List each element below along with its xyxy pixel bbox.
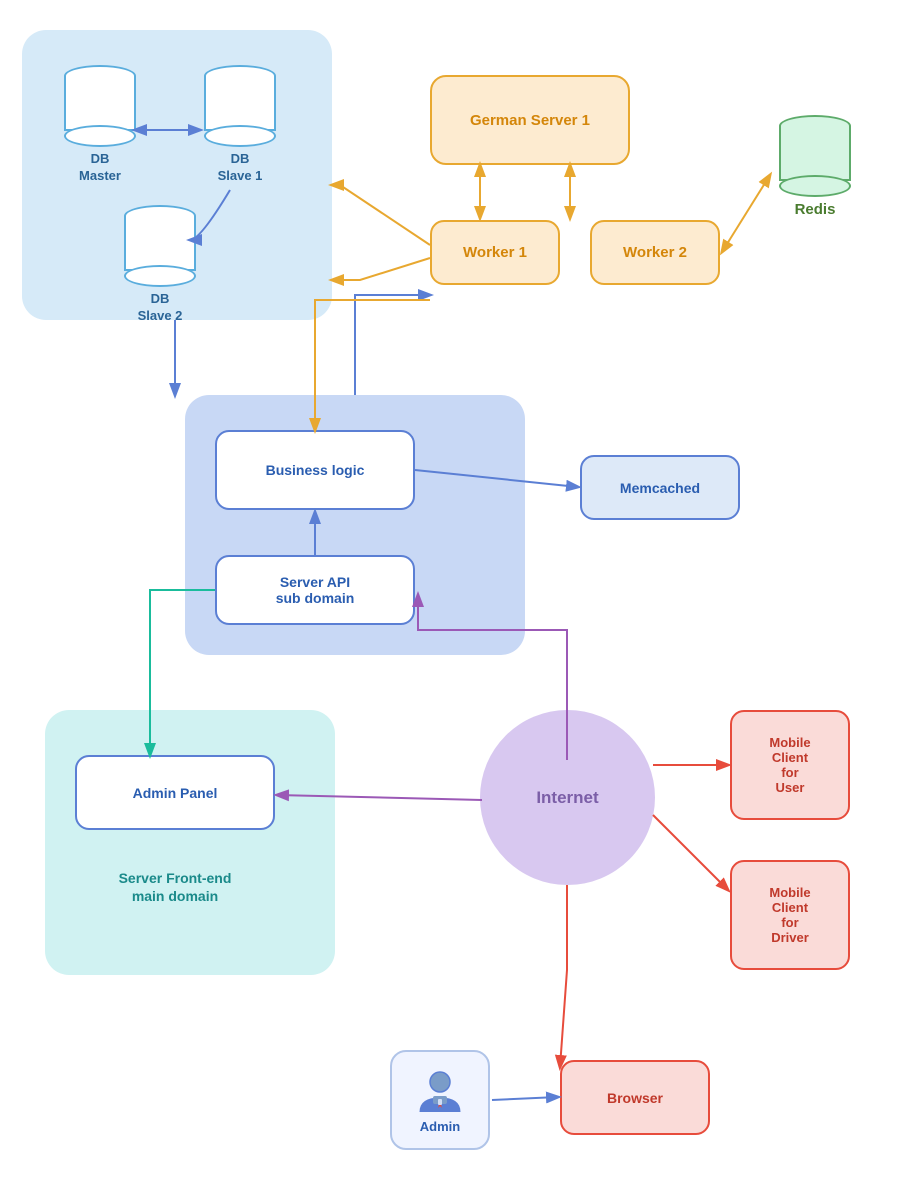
mobile-driver: Mobile Client for Driver <box>730 860 850 970</box>
worker1: Worker 1 <box>430 220 560 285</box>
admin-icon <box>415 1066 465 1116</box>
db-slave1: DB Slave 1 <box>195 65 285 185</box>
redis: Redis <box>770 115 860 218</box>
memcached: Memcached <box>580 455 740 520</box>
server-api: Server API sub domain <box>215 555 415 625</box>
front-end-group <box>45 710 335 975</box>
business-logic: Business logic <box>215 430 415 510</box>
internet: Internet <box>480 710 655 885</box>
architecture-diagram: DB Master DB Slave 1 DB Slave 2 German S… <box>0 0 917 1200</box>
db-master: DB Master <box>55 65 145 185</box>
browser: Browser <box>560 1060 710 1135</box>
german-server: German Server 1 <box>430 75 630 165</box>
db-slave2: DB Slave 2 <box>115 205 205 325</box>
admin-person: Admin <box>390 1050 490 1150</box>
worker2: Worker 2 <box>590 220 720 285</box>
mobile-user: Mobile Client for User <box>730 710 850 820</box>
admin-panel: Admin Panel <box>75 755 275 830</box>
front-end-label: Server Front-end main domain <box>75 870 275 906</box>
